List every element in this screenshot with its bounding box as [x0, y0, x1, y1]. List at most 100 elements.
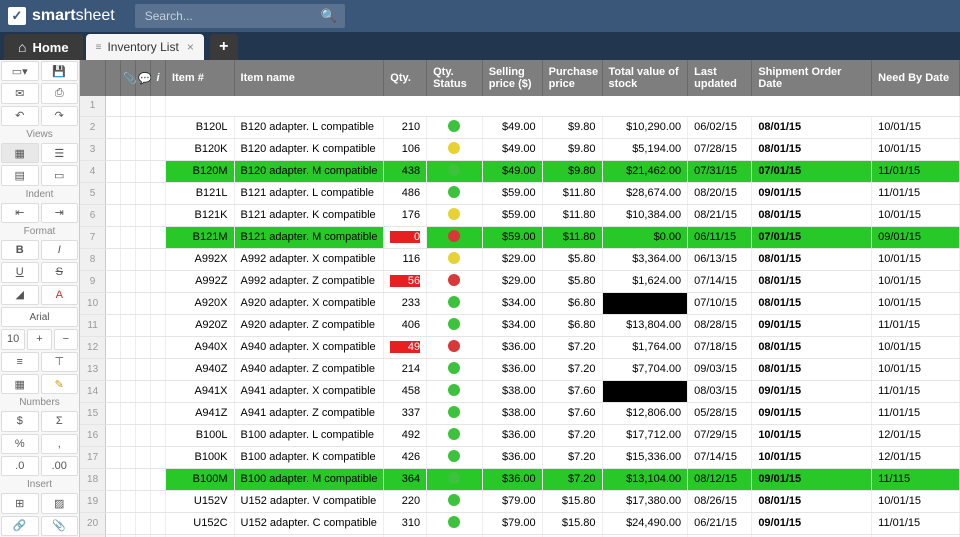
table-row[interactable]: 7B121MB121 adapter. M compatible0$59.00$… [80, 226, 960, 248]
attach-cell[interactable] [121, 204, 136, 226]
cell-status[interactable] [427, 160, 483, 182]
attach-cell[interactable] [121, 116, 136, 138]
cell-total[interactable]: $1,624.00 [602, 270, 688, 292]
row-number[interactable]: 20 [80, 512, 106, 534]
cell-need[interactable]: 11/01/15 [872, 380, 960, 402]
currency-icon[interactable]: $ [1, 411, 39, 431]
fill-color-icon[interactable]: ◢ [1, 285, 39, 305]
cell-qty[interactable]: 438 [384, 160, 427, 182]
cell-purch[interactable]: $7.20 [542, 446, 602, 468]
info-cell[interactable] [151, 490, 166, 512]
cell-qty[interactable]: 406 [384, 314, 427, 336]
cell-sell[interactable]: $38.00 [482, 380, 542, 402]
col-item[interactable]: Item # [166, 60, 234, 96]
cell-need[interactable]: 11/01/15 [872, 314, 960, 336]
table-row[interactable]: 2B120LB120 adapter. L compatible210$49.0… [80, 116, 960, 138]
cell-total[interactable]: $7,704.00 [602, 358, 688, 380]
font-size-inc[interactable]: + [27, 329, 51, 349]
cell-ship[interactable]: 07/01/15 [752, 160, 872, 182]
row-number[interactable]: 3 [80, 138, 106, 160]
cell-updated[interactable]: 09/03/15 [688, 358, 752, 380]
cell-qty[interactable]: 176 [384, 204, 427, 226]
cell-total[interactable] [602, 380, 688, 402]
sum-icon[interactable]: Σ [41, 411, 79, 431]
cell-item[interactable]: A940Z [166, 358, 234, 380]
discuss-cell[interactable] [136, 96, 151, 116]
cell-purch[interactable]: $5.80 [542, 248, 602, 270]
discuss-cell[interactable] [136, 226, 151, 248]
info-cell[interactable] [151, 468, 166, 490]
cell-total[interactable]: $17,380.00 [602, 490, 688, 512]
table-row[interactable]: 1 [80, 96, 960, 116]
tb-sheet-icon[interactable]: ▭▾ [1, 61, 39, 81]
cell-sell[interactable]: $59.00 [482, 182, 542, 204]
cell-purch[interactable]: $11.80 [542, 226, 602, 248]
cell-updated[interactable]: 08/20/15 [688, 182, 752, 204]
cell-updated[interactable]: 08/26/15 [688, 490, 752, 512]
cell-ship[interactable]: 08/01/15 [752, 490, 872, 512]
row-number[interactable]: 17 [80, 446, 106, 468]
attach-cell[interactable] [121, 446, 136, 468]
cell-item[interactable]: A940X [166, 336, 234, 358]
row-number[interactable]: 18 [80, 468, 106, 490]
attach-cell[interactable] [121, 468, 136, 490]
table-row[interactable]: 4B120MB120 adapter. M compatible438$49.0… [80, 160, 960, 182]
add-tab-button[interactable]: + [210, 34, 238, 60]
cell-ship[interactable]: 08/01/15 [752, 116, 872, 138]
col-info-icon[interactable]: i [151, 60, 166, 96]
cell-qty[interactable]: 426 [384, 446, 427, 468]
cell-updated[interactable]: 07/14/15 [688, 446, 752, 468]
cell-sell[interactable]: $36.00 [482, 336, 542, 358]
table-row[interactable]: 19U152VU152 adapter. V compatible220$79.… [80, 490, 960, 512]
table-row[interactable]: 13A940ZA940 adapter. Z compatible214$36.… [80, 358, 960, 380]
info-cell[interactable] [151, 116, 166, 138]
table-row[interactable]: 17B100KB100 adapter. K compatible426$36.… [80, 446, 960, 468]
col-total[interactable]: Total value of stock [602, 60, 688, 96]
cell-need[interactable]: 11/01/15 [872, 182, 960, 204]
cell-sell[interactable]: $34.00 [482, 292, 542, 314]
cell-qty[interactable]: 486 [384, 182, 427, 204]
cell-purch[interactable]: $6.80 [542, 292, 602, 314]
info-cell[interactable] [151, 380, 166, 402]
col-sell[interactable]: Selling price ($) [482, 60, 542, 96]
cell-purch[interactable]: $7.20 [542, 468, 602, 490]
attach-cell[interactable] [121, 248, 136, 270]
cell-status[interactable] [427, 204, 483, 226]
link-icon[interactable]: 🔗 [1, 516, 39, 536]
cell-updated[interactable]: 07/28/15 [688, 138, 752, 160]
highlight-icon[interactable]: ✎ [41, 374, 79, 394]
cell-need[interactable]: 10/01/15 [872, 204, 960, 226]
row-number[interactable]: 14 [80, 380, 106, 402]
cell-ship[interactable]: 08/01/15 [752, 270, 872, 292]
table-row[interactable]: 14A941XA941 adapter. X compatible458$38.… [80, 380, 960, 402]
cell-status[interactable] [427, 182, 483, 204]
expand-cell[interactable] [106, 314, 121, 336]
cell-ship[interactable]: 08/01/15 [752, 336, 872, 358]
expand-cell[interactable] [106, 402, 121, 424]
attach-cell[interactable] [121, 358, 136, 380]
discuss-cell[interactable] [136, 138, 151, 160]
discuss-cell[interactable] [136, 160, 151, 182]
cell-status[interactable] [427, 380, 483, 402]
cell-need[interactable]: 10/01/15 [872, 292, 960, 314]
row-number[interactable]: 19 [80, 490, 106, 512]
info-cell[interactable] [151, 292, 166, 314]
cell-purch[interactable]: $7.20 [542, 424, 602, 446]
cell-sell[interactable]: $49.00 [482, 138, 542, 160]
cell-need[interactable]: 10/01/15 [872, 270, 960, 292]
grid-container[interactable]: 📎 💬 i Item # Item name Qty. Qty. Status … [80, 60, 960, 537]
row-number[interactable]: 16 [80, 424, 106, 446]
cell-total[interactable]: $24,490.00 [602, 512, 688, 534]
cell-status[interactable] [427, 468, 483, 490]
cell-total[interactable]: $13,104.00 [602, 468, 688, 490]
cell-name[interactable]: B120 adapter. M compatible [234, 160, 384, 182]
cell-name[interactable]: B100 adapter. L compatible [234, 424, 384, 446]
cell-item[interactable]: A941X [166, 380, 234, 402]
text-color-icon[interactable]: A [41, 285, 79, 305]
cell-total[interactable]: $0.00 [602, 226, 688, 248]
cell-name[interactable]: B121 adapter. K compatible [234, 204, 384, 226]
cell-sell[interactable]: $59.00 [482, 204, 542, 226]
cell-qty[interactable]: 220 [384, 490, 427, 512]
info-cell[interactable] [151, 446, 166, 468]
cell-item[interactable]: A920X [166, 292, 234, 314]
